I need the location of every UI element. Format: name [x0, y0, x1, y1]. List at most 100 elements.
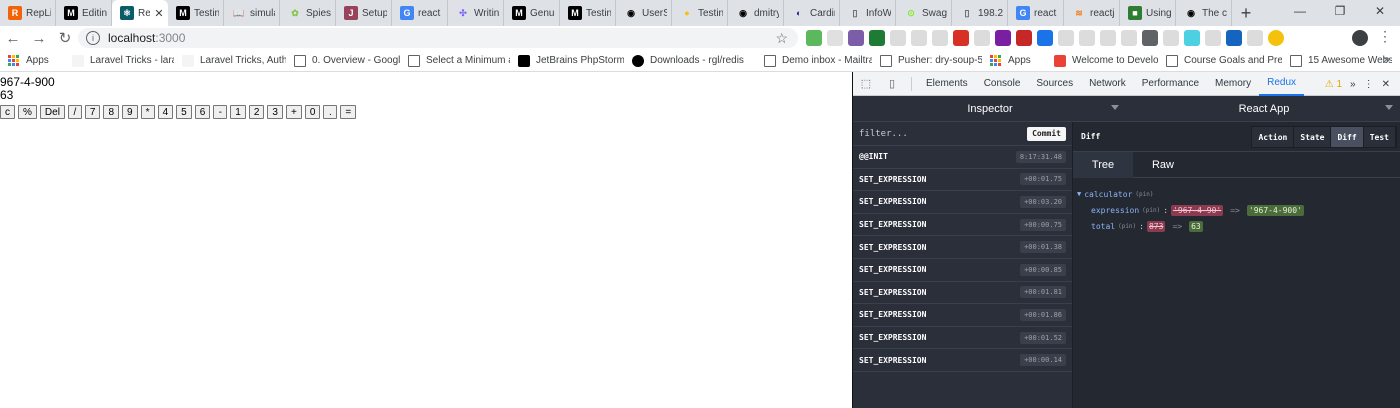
devtools-menu-icon[interactable]: ⋮ [1364, 79, 1374, 90]
browser-tab[interactable]: ■ Using [1120, 0, 1176, 26]
inspector-select[interactable]: Inspector [853, 96, 1127, 122]
browser-tab[interactable]: M Testing [168, 0, 224, 26]
bookmark-item[interactable]: Laravel Tricks - larave [64, 54, 174, 67]
calculator-key[interactable]: 4 [157, 105, 174, 119]
bookmark-item[interactable]: Select a Minimum an [400, 54, 510, 67]
kebab-menu-icon[interactable]: ⋮ [1378, 28, 1392, 45]
expand-triangle-icon[interactable]: ▼ [1077, 190, 1081, 198]
action-row[interactable]: SET_EXPRESSION +00:01.52 [853, 326, 1072, 350]
bookmark-item[interactable]: 0. Overview - Google [286, 54, 400, 67]
extension-icon[interactable] [890, 30, 906, 46]
extension-icon[interactable] [932, 30, 948, 46]
extension-icon[interactable] [911, 30, 927, 46]
back-button[interactable]: ← [0, 26, 26, 50]
calculator-key[interactable]: 8 [103, 105, 120, 119]
calculator-key[interactable]: - [213, 105, 228, 119]
extension-icon[interactable] [827, 30, 843, 46]
pin-label[interactable]: (pin) [1135, 191, 1153, 198]
bookmark-item[interactable]: Course Goals and Pre [1158, 54, 1282, 67]
profile-avatar[interactable] [1352, 30, 1368, 46]
pin-label[interactable]: (pin) [1142, 207, 1160, 214]
redux-devtools-icon[interactable] [848, 30, 864, 46]
extension-icon[interactable] [1163, 30, 1179, 46]
calculator-key[interactable]: / [67, 105, 82, 119]
more-tabs-button[interactable]: » [1350, 79, 1356, 90]
calculator-key[interactable]: 1 [230, 105, 246, 119]
browser-tab[interactable]: ▯ InfoW [840, 0, 896, 26]
devtools-tab-performance[interactable]: Performance [1134, 72, 1207, 96]
extension-icon[interactable] [974, 30, 990, 46]
action-row[interactable]: SET_EXPRESSION +00:01.81 [853, 281, 1072, 305]
extension-icon[interactable] [1268, 30, 1284, 46]
bookmark-item[interactable]: Apps [0, 54, 64, 67]
extension-icon[interactable] [1205, 30, 1221, 46]
filter-input[interactable] [859, 128, 1028, 139]
app-select[interactable]: React App [1127, 96, 1400, 122]
extension-icon[interactable] [1121, 30, 1137, 46]
restore-button[interactable]: ❐ [1320, 0, 1360, 22]
action-row[interactable]: SET_EXPRESSION +00:00.85 [853, 258, 1072, 282]
extension-icon[interactable] [1100, 30, 1116, 46]
bookmark-item[interactable]: Laravel Tricks, Author [174, 54, 286, 67]
bookmark-item[interactable]: Downloads - rgl/redis [624, 54, 756, 67]
browser-tab[interactable]: M Genuin [504, 0, 560, 26]
browser-tab[interactable]: ≋ reactjs [1064, 0, 1120, 26]
address-bar[interactable]: i localhost:3000 ☆ [78, 28, 798, 48]
bookmark-item[interactable]: Apps [982, 54, 1046, 67]
calculator-key[interactable]: 0 [304, 105, 321, 119]
minimize-button[interactable]: — [1280, 0, 1320, 22]
extension-icon[interactable] [1226, 30, 1242, 46]
device-toolbar-icon[interactable]: ▯ [879, 72, 905, 96]
calculator-key[interactable]: 5 [176, 105, 192, 119]
browser-tab[interactable]: Greact n [1008, 0, 1064, 26]
close-window-button[interactable]: ✕ [1360, 0, 1400, 22]
browser-tab[interactable]: ✣ Writing [448, 0, 504, 26]
browser-tab[interactable]: ◉ dmitry [728, 0, 784, 26]
calculator-key[interactable]: 6 [194, 105, 211, 119]
devtools-tab-console[interactable]: Console [976, 72, 1029, 96]
extension-icon[interactable] [1184, 30, 1200, 46]
calculator-key[interactable]: 9 [122, 105, 138, 119]
tree-row[interactable]: total (pin):873 => 63 [1077, 218, 1400, 234]
browser-tab[interactable]: ● Testing [672, 0, 728, 26]
browser-tab[interactable]: R RepLit [0, 0, 56, 26]
extension-icon[interactable] [806, 30, 822, 46]
browser-tab[interactable]: ✿ Spies [280, 0, 336, 26]
extension-icon[interactable] [1016, 30, 1032, 46]
extension-icon[interactable] [1079, 30, 1095, 46]
extension-icon[interactable] [995, 30, 1011, 46]
inspect-element-icon[interactable]: ⬚ [853, 72, 879, 96]
extension-icon[interactable] [1037, 30, 1053, 46]
info-icon[interactable]: i [86, 31, 100, 45]
browser-tab[interactable]: M Editing [56, 0, 112, 26]
bookmark-item[interactable]: 15 Awesome Website [1282, 54, 1392, 67]
bookmark-item[interactable]: Demo inbox - Mailtra [756, 54, 872, 67]
devtools-tab-elements[interactable]: Elements [918, 72, 976, 96]
calculator-key[interactable]: 3 [267, 105, 283, 119]
browser-tab[interactable]: J Setup [336, 0, 392, 26]
browser-tab[interactable]: 📖 simulat [224, 0, 280, 26]
calculator-key[interactable]: + [285, 105, 302, 119]
reload-button[interactable]: ↻ [52, 26, 78, 50]
extension-icon[interactable] [953, 30, 969, 46]
calculator-key[interactable]: * [140, 105, 155, 119]
devtools-tab-memory[interactable]: Memory [1207, 72, 1259, 96]
calculator-key[interactable]: 2 [248, 105, 265, 119]
action-row[interactable]: SET_EXPRESSION +00:01.75 [853, 168, 1072, 192]
browser-tab[interactable]: Greact c [392, 0, 448, 26]
browser-tab[interactable]: ◐ Cardin [784, 0, 840, 26]
action-row[interactable]: SET_EXPRESSION +00:03.20 [853, 191, 1072, 214]
pin-label[interactable]: (pin) [1118, 223, 1136, 230]
extension-icon[interactable] [1247, 30, 1263, 46]
extension-icon[interactable] [1058, 30, 1074, 46]
calculator-key[interactable]: = [340, 105, 357, 119]
bookmark-star-icon[interactable]: ☆ [775, 30, 788, 47]
browser-tab[interactable]: ⚛ React ✕ [112, 0, 168, 26]
mode-button-test[interactable]: Test [1363, 127, 1396, 147]
bookmark-item[interactable]: Pusher: dry-soup-56 [872, 54, 982, 67]
browser-tab[interactable]: M Testing [560, 0, 616, 26]
browser-tab[interactable]: ◉ The ca [1176, 0, 1232, 26]
calculator-key[interactable]: 7 [84, 105, 101, 119]
mode-button-diff[interactable]: Diff [1331, 127, 1364, 147]
subtab-tree[interactable]: Tree [1073, 152, 1133, 178]
